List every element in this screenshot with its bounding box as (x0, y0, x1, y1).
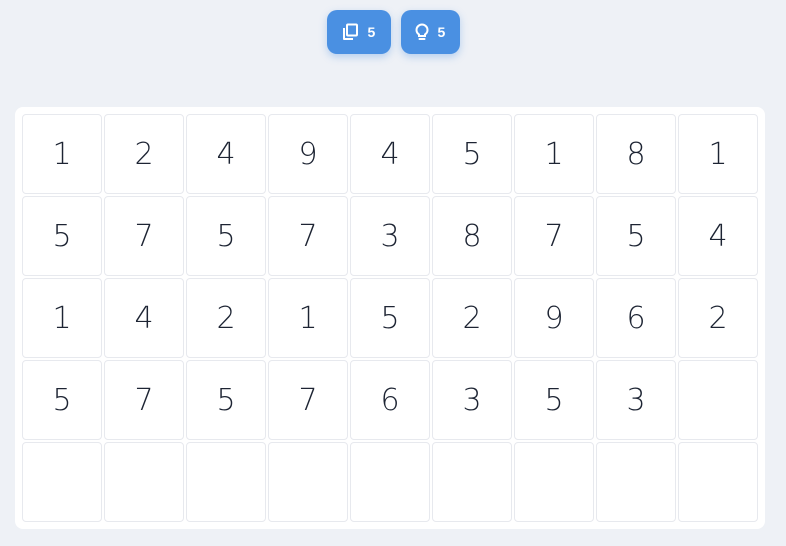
grid-cell[interactable]: 3 (350, 196, 430, 276)
grid-cell[interactable] (268, 442, 348, 522)
grid-cell[interactable]: 5 (514, 360, 594, 440)
grid-cell[interactable]: 5 (432, 114, 512, 194)
grid-cell[interactable]: 5 (22, 196, 102, 276)
grid-cell[interactable]: 5 (596, 196, 676, 276)
grid-cell[interactable]: 6 (350, 360, 430, 440)
grid-cell[interactable]: 8 (596, 114, 676, 194)
grid-cell[interactable]: 4 (678, 196, 758, 276)
grid-cell[interactable] (596, 442, 676, 522)
grid-cell[interactable]: 2 (432, 278, 512, 358)
copy-count: 5 (367, 24, 376, 40)
grid-cell[interactable] (678, 442, 758, 522)
number-grid: 12494518157573875414215296257576353 (15, 107, 765, 529)
grid-cell[interactable]: 3 (596, 360, 676, 440)
grid-cell[interactable]: 7 (104, 360, 184, 440)
grid-cell[interactable]: 4 (186, 114, 266, 194)
toolbar: 5 5 (0, 10, 786, 54)
grid-cell[interactable]: 1 (514, 114, 594, 194)
grid-cell[interactable]: 3 (432, 360, 512, 440)
grid-cell[interactable]: 4 (350, 114, 430, 194)
grid-cell[interactable]: 5 (22, 360, 102, 440)
lightbulb-icon (414, 23, 430, 41)
grid-cell[interactable]: 2 (678, 278, 758, 358)
grid-cell[interactable]: 4 (104, 278, 184, 358)
grid-cell[interactable]: 1 (268, 278, 348, 358)
grid-cell[interactable]: 7 (514, 196, 594, 276)
grid-cell[interactable]: 1 (678, 114, 758, 194)
copy-icon (340, 22, 360, 42)
grid-cell[interactable]: 5 (186, 196, 266, 276)
grid-cell[interactable] (678, 360, 758, 440)
grid-cell[interactable] (186, 442, 266, 522)
grid-cell[interactable]: 1 (22, 114, 102, 194)
hint-count: 5 (437, 24, 446, 40)
grid-cell[interactable] (432, 442, 512, 522)
grid-cell[interactable] (104, 442, 184, 522)
grid-cell[interactable]: 6 (596, 278, 676, 358)
hint-button[interactable]: 5 (400, 10, 460, 54)
grid-cell[interactable]: 2 (104, 114, 184, 194)
grid-cell[interactable]: 1 (22, 278, 102, 358)
grid-cell[interactable]: 9 (514, 278, 594, 358)
copy-button[interactable]: 5 (326, 10, 391, 54)
grid-cell[interactable]: 7 (268, 360, 348, 440)
grid-cell[interactable]: 7 (104, 196, 184, 276)
grid-cell[interactable]: 9 (268, 114, 348, 194)
grid-cell[interactable] (22, 442, 102, 522)
grid-cell[interactable] (514, 442, 594, 522)
grid-cell[interactable]: 2 (186, 278, 266, 358)
grid-cell[interactable]: 8 (432, 196, 512, 276)
grid-cell[interactable]: 5 (350, 278, 430, 358)
grid-cell[interactable]: 7 (268, 196, 348, 276)
grid-cell[interactable]: 5 (186, 360, 266, 440)
grid-cell[interactable] (350, 442, 430, 522)
